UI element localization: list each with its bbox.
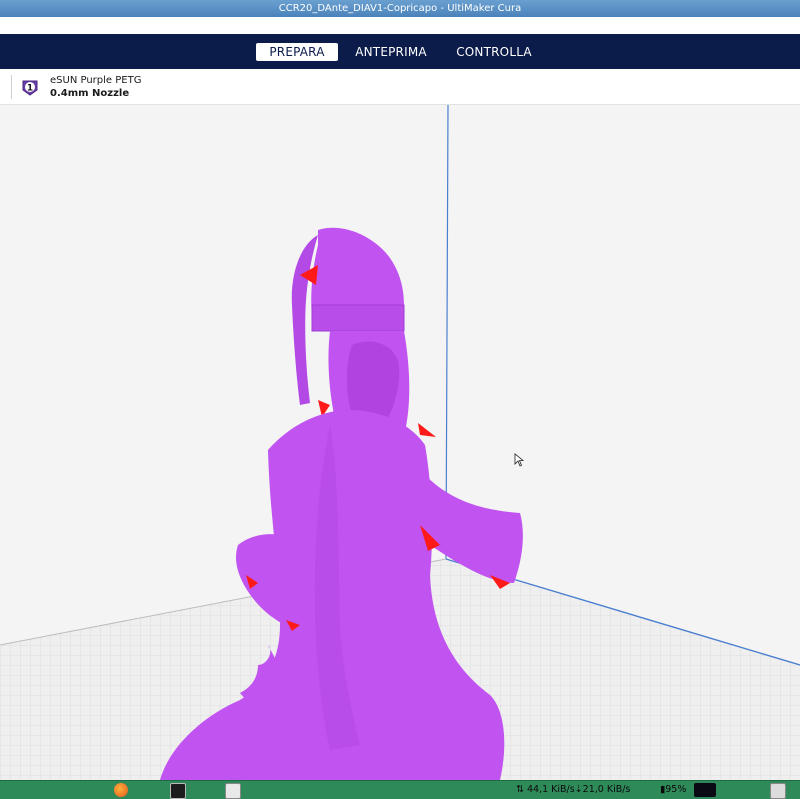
extruder-icon[interactable]: 1 <box>21 78 39 96</box>
trash-icon[interactable] <box>770 783 786 799</box>
tab-prepare[interactable]: PREPARA <box>256 43 338 61</box>
battery-indicator: ▮95% <box>660 784 687 795</box>
terminal-icon[interactable] <box>170 783 186 799</box>
stage-bar: PREPARA ANTEPRIMA CONTROLLA <box>0 34 800 69</box>
network-rate-2: 21,0 KiB/s <box>582 784 631 795</box>
firefox-icon[interactable] <box>114 783 128 797</box>
printer-toolbar: 1 eSUN Purple PETG 0.4mm Nozzle <box>0 69 800 105</box>
toolbar-separator <box>11 75 12 99</box>
tab-monitor[interactable]: CONTROLLA <box>452 43 536 61</box>
extruder-number: 1 <box>27 84 33 94</box>
system-taskbar: ⇅ 44,1 KiB/s⇣21,0 KiB/s ▮95% <box>0 780 800 799</box>
window-titlebar: CCR20_DAnte_DIAV1-Copricapo - UltiMaker … <box>0 0 800 17</box>
material-name[interactable]: eSUN Purple PETG <box>50 75 141 86</box>
menu-bar <box>0 17 800 35</box>
network-rate: 44,1 KiB/s <box>526 784 575 795</box>
cpu-monitor-icon <box>694 783 716 797</box>
window-title: CCR20_DAnte_DIAV1-Copricapo - UltiMaker … <box>278 3 522 14</box>
tab-preview[interactable]: ANTEPRIMA <box>352 43 430 61</box>
mouse-cursor-icon <box>514 453 524 467</box>
nozzle-size[interactable]: 0.4mm Nozzle <box>50 88 129 99</box>
battery-level: 95% <box>665 784 687 795</box>
build-plate-scene <box>0 105 800 780</box>
network-speed: ⇅ 44,1 KiB/s⇣21,0 KiB/s <box>516 784 631 795</box>
3d-viewport[interactable] <box>0 105 800 780</box>
cura-taskbar-icon[interactable] <box>225 783 241 799</box>
